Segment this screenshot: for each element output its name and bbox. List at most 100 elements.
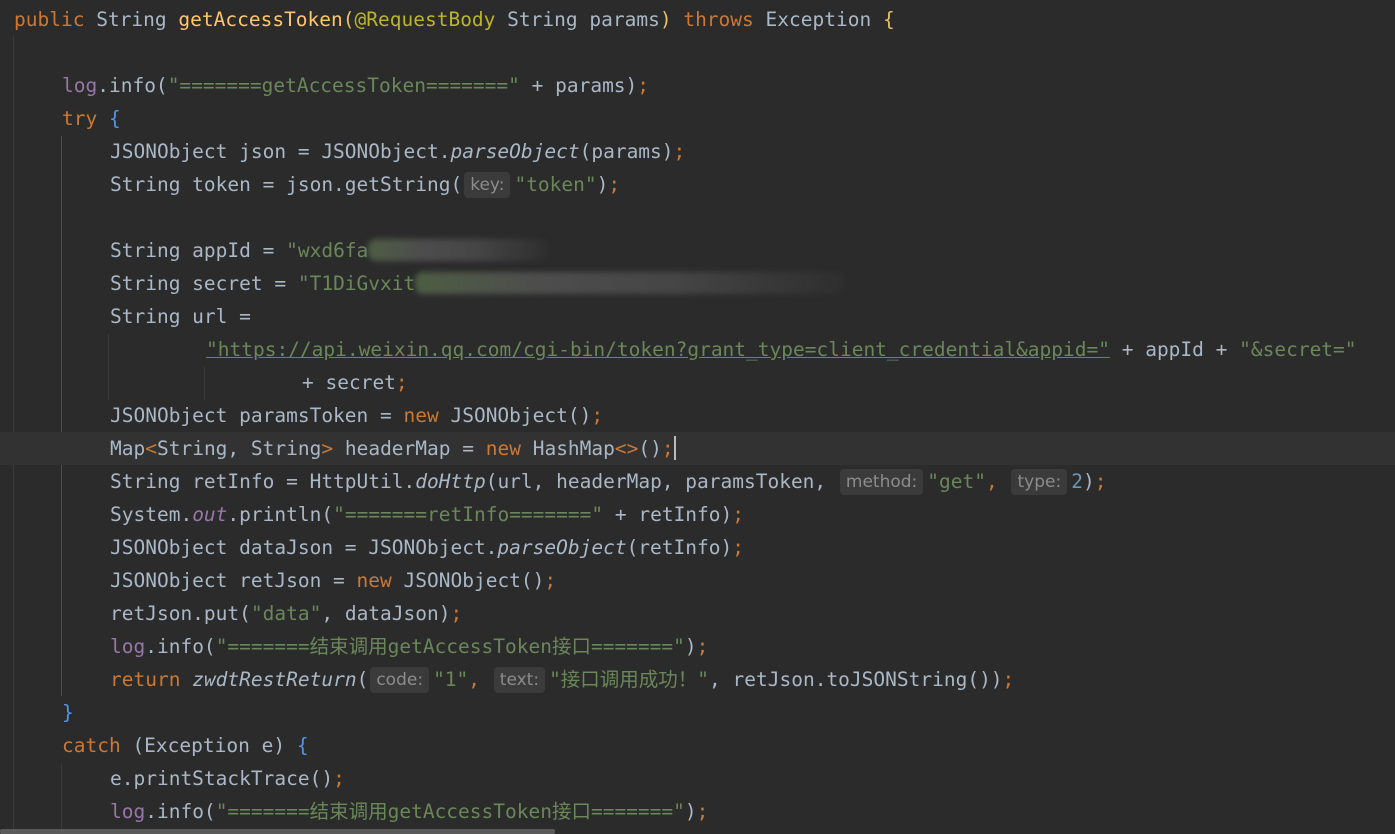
code-line-16[interactable]: System.out.println("=======retInfo======… (0, 498, 1395, 531)
code-text: (params) (579, 140, 674, 163)
semicolon: ; (1002, 668, 1015, 691)
code-line-22[interactable]: } (0, 696, 1395, 729)
string-literal: "=======getAccessToken=======" (167, 74, 520, 97)
code-line-17[interactable]: JSONObject dataJson = JSONObject.parseOb… (0, 531, 1395, 564)
code-text: String secret = (110, 272, 298, 295)
static-method: doHttp (415, 470, 486, 493)
code-editor[interactable]: public String getAccessToken(@RequestBod… (0, 0, 1395, 834)
string-literal: "=======结束调用getAccessToken接口=======" (215, 800, 685, 823)
code-line-21[interactable]: return zwdtRestReturn(code: "1", text: "接口… (0, 663, 1395, 696)
keyword-new: new (403, 404, 439, 427)
code-text: ) (684, 800, 697, 823)
code-line-8[interactable]: String appId = "wxd6fa (0, 234, 1395, 267)
code-line-3[interactable]: log.info("=======getAccessToken=======" … (0, 69, 1395, 102)
horizontal-scrollbar[interactable] (0, 829, 555, 834)
method-name: getAccessToken (178, 8, 343, 31)
diamond-operator: <> (614, 437, 639, 460)
code-text: String appId = (110, 239, 287, 262)
keyword-new: new (485, 437, 521, 460)
string-literal: "&secret=" (1239, 338, 1357, 361)
string-literal: "=======retInfo=======" (333, 503, 604, 526)
url-string-literal[interactable]: "https://api.weixin.qq.com/cgi-bin/token… (206, 338, 1110, 361)
code-line-6[interactable]: String token = json.getString(key: "token… (0, 168, 1395, 201)
code-text: ) (1082, 470, 1095, 493)
code-text: (url, headerMap, paramsToken, (485, 470, 838, 493)
semicolon: ; (732, 503, 745, 526)
exception-type: Exception (765, 8, 872, 31)
code-line-1[interactable]: public String getAccessToken(@RequestBod… (0, 3, 1395, 36)
generic-bracket: > (321, 437, 334, 460)
code-line-14[interactable]: Map<String, String> headerMap = new Hash… (0, 432, 1395, 465)
paren: ( (342, 8, 355, 31)
code-line-11[interactable]: "https://api.weixin.qq.com/cgi-bin/token… (0, 333, 1395, 366)
parameter-hint: text: (493, 667, 546, 693)
static-method: parseObject (497, 536, 627, 559)
code-text: ) (684, 635, 697, 658)
brace: } (62, 701, 74, 724)
code-line-19[interactable]: retJson.put("data", dataJson); (0, 597, 1395, 630)
code-text: String retInfo = HttpUtil. (110, 470, 416, 493)
code-text: System. (110, 503, 193, 526)
param-name: params (589, 8, 660, 31)
code-text: String token = json.getString( (110, 173, 463, 196)
code-line-15[interactable]: String retInfo = HttpUtil.doHttp(url, he… (0, 465, 1395, 498)
code-line-23[interactable]: catch (Exception e) { (0, 729, 1395, 762)
code-text: , retJson.toJSONString()) (709, 668, 1003, 691)
static-method: zwdtRestReturn (192, 668, 357, 691)
parameter-hint: code: (370, 667, 430, 693)
code-line-25[interactable]: log.info("=======结束调用getAccessToken接口===… (0, 795, 1395, 828)
string-literal: "data" (250, 602, 322, 625)
string-literal: "=======结束调用getAccessToken接口=======" (215, 635, 685, 658)
semicolon: ; (544, 569, 557, 592)
brace: { (108, 107, 121, 130)
paren: ) (659, 8, 672, 31)
redacted-value (368, 239, 549, 261)
keyword-try: try (62, 107, 98, 130)
code-line-4[interactable]: try { (0, 102, 1395, 135)
param-type: String (507, 8, 578, 31)
code-text: (Exception e) (120, 734, 297, 757)
semicolon: ; (637, 74, 650, 97)
semicolon: ; (696, 635, 709, 658)
code-text: JSONObject dataJson = JSONObject. (110, 536, 498, 559)
number-literal: 2 (1071, 470, 1083, 493)
code-text: HashMap (520, 437, 615, 460)
code-line-10[interactable]: String url = (0, 300, 1395, 333)
text-cursor (673, 436, 676, 460)
static-method: parseObject (450, 140, 580, 163)
code-text: ) (596, 173, 609, 196)
code-line-20[interactable]: log.info("=======结束调用getAccessToken接口===… (0, 630, 1395, 663)
keyword-new: new (356, 569, 392, 592)
code-text: + secret (302, 371, 396, 394)
code-line-24[interactable]: e.printStackTrace(); (0, 762, 1395, 795)
code-text: JSONObject() (438, 404, 592, 427)
code-text: + appId + (1109, 338, 1240, 361)
code-text: ( (356, 668, 369, 691)
parameter-hint: key: (464, 172, 511, 198)
keyword-catch: catch (62, 734, 121, 757)
code-text: .info( (145, 635, 216, 658)
generic-types: String, String (156, 437, 322, 460)
static-field: out (192, 503, 228, 526)
code-line-12[interactable]: + secret; (0, 366, 1395, 399)
code-text: e.printStackTrace() (110, 767, 334, 790)
code-line-9[interactable]: String secret = "T1DiGvxit (0, 267, 1395, 300)
string-literal: "wxd6fa (286, 239, 369, 262)
code-text: , dataJson) (321, 602, 451, 625)
code-line-18[interactable]: JSONObject retJson = new JSONObject(); (0, 564, 1395, 597)
semicolon: ; (673, 140, 686, 163)
brace: { (296, 734, 309, 757)
brace: { (882, 8, 895, 31)
string-literal: "T1DiGvxit (297, 272, 416, 295)
redacted-value (415, 272, 846, 294)
code-line-13[interactable]: JSONObject paramsToken = new JSONObject(… (0, 399, 1395, 432)
code-line-5[interactable]: JSONObject json = JSONObject.parseObject… (0, 135, 1395, 168)
code-text: .println( (227, 503, 334, 526)
code-text: .info( (97, 74, 168, 97)
code-text: String url = (110, 305, 251, 328)
semicolon: ; (696, 800, 709, 823)
code-text: JSONObject retJson = (110, 569, 357, 592)
semicolon: ; (395, 371, 408, 394)
semicolon: ; (333, 767, 345, 790)
log-field: log (62, 74, 98, 97)
